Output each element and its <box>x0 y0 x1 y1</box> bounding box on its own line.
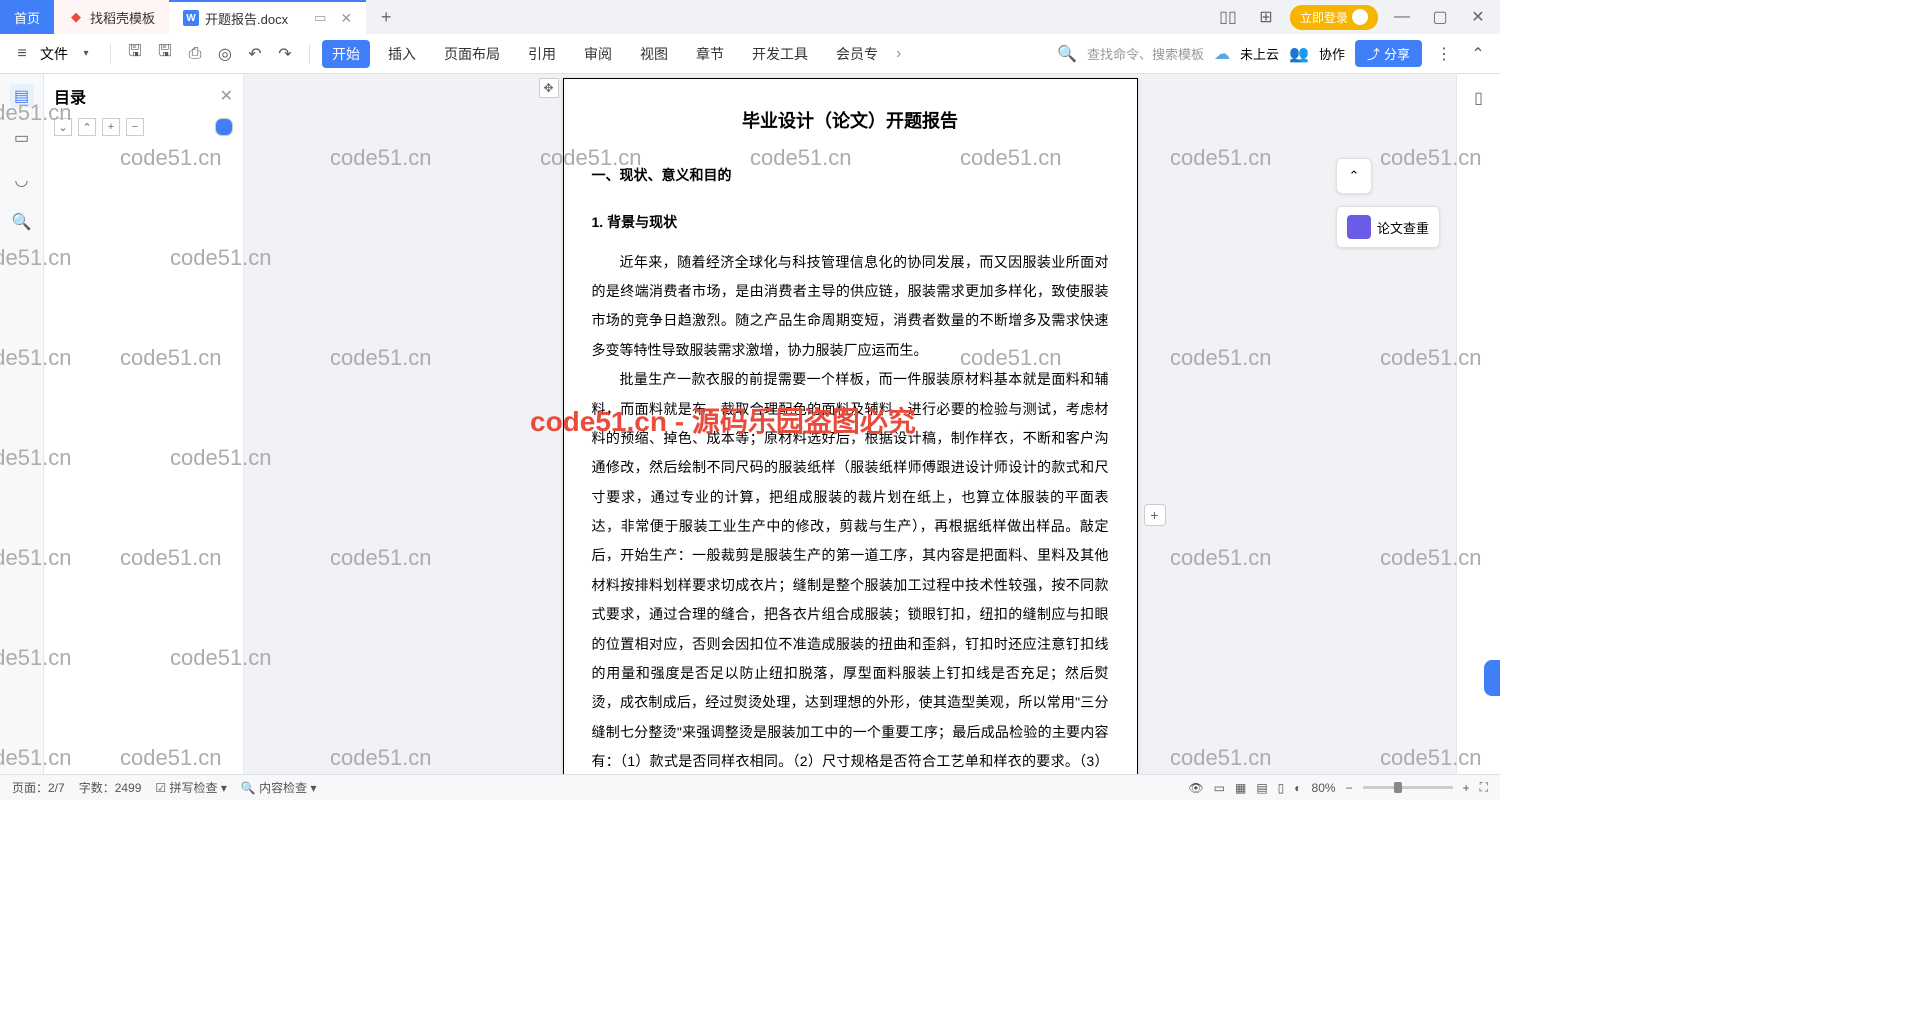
menu-view[interactable]: 视图 <box>630 40 678 68</box>
view-outline-icon[interactable]: ▤ <box>1256 781 1267 795</box>
collab-label[interactable]: 协作 <box>1319 44 1345 63</box>
tab-screen-icon[interactable]: ▭ <box>314 10 326 26</box>
statusbar: 页面：2/7 字数：2499 ☑ 拼写检查 ▾ 🔍 内容检查 ▾ 👁 ▭ ▦ ▤… <box>0 774 1500 800</box>
fullscreen-icon[interactable]: ⛶ <box>1480 780 1488 795</box>
tab-doc[interactable]: W 开题报告.docx ▭ ✕ <box>169 0 366 34</box>
zoom-label: 80% <box>1312 781 1336 795</box>
thumbnail-icon[interactable]: ▭ <box>10 126 34 150</box>
apps-icon[interactable]: ⊞ <box>1252 3 1280 31</box>
search-icon: 🔍 <box>1057 44 1077 64</box>
collapse-icon[interactable]: ⌃ <box>1466 42 1490 66</box>
zoom-in-icon[interactable]: + <box>1463 781 1470 795</box>
cloud-icon[interactable]: ☁ <box>1214 44 1230 64</box>
dark-mode-icon[interactable]: ◐ <box>1294 781 1301 795</box>
page-handle-icon[interactable]: ✥ <box>539 78 559 98</box>
search-input[interactable]: 查找命令、搜索模板 <box>1087 44 1204 63</box>
tab-template[interactable]: ◆ 找稻壳模板 <box>54 0 169 34</box>
minimize-icon[interactable]: — <box>1388 3 1416 31</box>
avatar-icon <box>1352 9 1368 25</box>
menu-icon[interactable]: ≡ <box>10 42 34 66</box>
menu-review[interactable]: 审阅 <box>574 40 622 68</box>
bookmark-icon[interactable]: ◡ <box>10 168 34 192</box>
titlebar: 首页 ◆ 找稻壳模板 W 开题报告.docx ▭ ✕ + ▯▯ ⊞ 立即登录 —… <box>0 0 1500 34</box>
menu-insert[interactable]: 插入 <box>378 40 426 68</box>
menu-dev[interactable]: 开发工具 <box>742 40 818 68</box>
left-rail: ▤ ▭ ◡ 🔍 <box>0 74 44 774</box>
add-level-icon[interactable]: + <box>102 118 120 136</box>
expand-all-icon[interactable]: ⌄ <box>54 118 72 136</box>
word-icon: W <box>183 10 199 26</box>
view-eye-icon[interactable]: 👁 <box>1188 781 1203 795</box>
outline-title: 目录 <box>54 84 86 108</box>
menu-ref[interactable]: 引用 <box>518 40 566 68</box>
view-print-icon[interactable]: ▯ <box>1278 781 1285 795</box>
cloud-label[interactable]: 未上云 <box>1240 44 1279 63</box>
tab-new[interactable]: + <box>366 0 406 34</box>
doc-area[interactable]: ✥ 毕业设计（论文）开题报告 一、现状、意义和目的 1. 背景与现状 近年来，随… <box>244 74 1456 774</box>
redo-icon[interactable]: ↷ <box>273 42 297 66</box>
search-rail-icon[interactable]: 🔍 <box>10 210 34 234</box>
scroll-right-icon[interactable]: › <box>896 45 901 63</box>
side-tab-button[interactable] <box>1484 660 1500 696</box>
menu-start[interactable]: 开始 <box>322 40 370 68</box>
document-page: 毕业设计（论文）开题报告 一、现状、意义和目的 1. 背景与现状 近年来，随着经… <box>563 78 1138 774</box>
plagiarism-icon <box>1347 215 1371 239</box>
save-icon[interactable]: 🖫 <box>123 42 147 66</box>
paragraph-1: 近年来，随着经济全球化与科技管理信息化的协同发展，而又因服装业所面对的是终端消费… <box>592 248 1109 366</box>
content-check[interactable]: 🔍 内容检查 ▾ <box>241 779 317 796</box>
word-count[interactable]: 字数：2499 <box>79 779 142 796</box>
tab-home[interactable]: 首页 <box>0 0 54 34</box>
preview-icon[interactable]: ◎ <box>213 42 237 66</box>
collapse-all-icon[interactable]: ⌃ <box>78 118 96 136</box>
paragraph-2: 批量生产一款衣服的前提需要一个样板，而一件服装原材料基本就是面料和辅料，而面料就… <box>592 365 1109 774</box>
heading-1: 一、现状、意义和目的 <box>592 161 1109 190</box>
plagiarism-button[interactable]: 论文查重 <box>1336 206 1440 248</box>
file-menu[interactable]: 文件 <box>40 44 68 64</box>
menu-member[interactable]: 会员专 <box>826 40 888 68</box>
zoom-out-icon[interactable]: − <box>1346 781 1353 795</box>
chevron-down-icon[interactable]: ▾ <box>74 42 98 66</box>
view-web-icon[interactable]: ▦ <box>1235 781 1246 795</box>
more-icon[interactable]: ⋮ <box>1432 42 1456 66</box>
outline-close-icon[interactable]: ✕ <box>220 86 233 106</box>
page-indicator[interactable]: 页面：2/7 <box>12 779 65 796</box>
outline-badge-icon[interactable] <box>215 118 233 136</box>
close-icon[interactable]: ✕ <box>1464 3 1492 31</box>
menu-layout[interactable]: 页面布局 <box>434 40 510 68</box>
main: ▤ ▭ ◡ 🔍 目录 ✕ ⌄ ⌃ + − ✥ 毕业设计（论文）开题报告 一、现状… <box>0 74 1500 774</box>
remove-level-icon[interactable]: − <box>126 118 144 136</box>
heading-2: 1. 背景与现状 <box>592 208 1109 237</box>
login-button[interactable]: 立即登录 <box>1290 5 1378 30</box>
layout-icon[interactable]: ▯▯ <box>1214 3 1242 31</box>
right-rail-icon-1[interactable]: ▯ <box>1467 86 1491 110</box>
collapse-float-icon[interactable]: ⌃ <box>1336 158 1372 194</box>
tab-close-icon[interactable]: ✕ <box>340 10 352 27</box>
zoom-slider[interactable] <box>1363 786 1453 789</box>
save-as-icon[interactable]: 🖫 <box>153 42 177 66</box>
print-icon[interactable]: ⎙ <box>183 42 207 66</box>
undo-icon[interactable]: ↶ <box>243 42 267 66</box>
flame-icon: ◆ <box>68 9 84 25</box>
menu-chapter[interactable]: 章节 <box>686 40 734 68</box>
share-button[interactable]: ⤴ 分享 <box>1355 40 1422 67</box>
page-add-icon[interactable]: + <box>1144 504 1166 526</box>
toolbar: ≡ 文件 ▾ 🖫 🖫 ⎙ ◎ ↶ ↷ 开始 插入 页面布局 引用 审阅 视图 章… <box>0 34 1500 74</box>
view-read-icon[interactable]: ▭ <box>1214 781 1225 795</box>
collab-icon[interactable]: 👥 <box>1289 44 1309 64</box>
share-icon: ⤴ <box>1367 44 1380 63</box>
outline-panel: 目录 ✕ ⌄ ⌃ + − <box>44 74 244 774</box>
outline-icon[interactable]: ▤ <box>10 84 34 108</box>
right-float-panel: ⌃ 论文查重 <box>1336 158 1440 248</box>
spell-check[interactable]: ☑ 拼写检查 ▾ <box>155 779 226 796</box>
maximize-icon[interactable]: ▢ <box>1426 3 1454 31</box>
page-title: 毕业设计（论文）开题报告 <box>592 103 1109 141</box>
